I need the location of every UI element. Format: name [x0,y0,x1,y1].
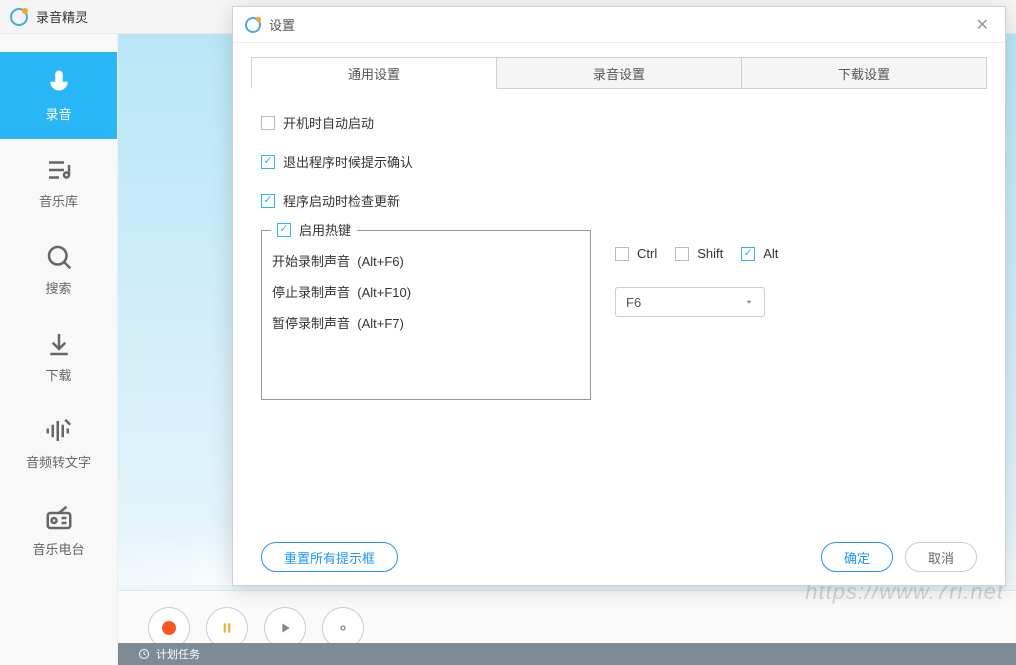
key-select-value: F6 [626,295,641,310]
option-confirm-exit: 退出程序时候提示确认 [283,152,413,171]
dialog-close-icon[interactable]: ✕ [972,11,993,39]
checkbox-check-update[interactable] [261,194,275,208]
reset-button[interactable]: 重置所有提示框 [261,542,398,572]
sidebar-item-label: 搜索 [45,278,71,297]
checkbox-confirm-exit[interactable] [261,155,275,169]
dialog-title: 设置 [269,15,295,34]
tab-label: 录音设置 [593,64,645,83]
option-autostart: 开机时自动启动 [283,113,374,132]
sidebar-item-label: 音频转文字 [26,452,91,471]
checkbox-ctrl[interactable] [615,247,629,261]
sidebar-item-label: 音乐库 [39,191,78,210]
checkbox-shift[interactable] [675,247,689,261]
tab-label: 下载设置 [838,64,890,83]
checkbox-enable-hotkey[interactable] [277,223,291,237]
tab-label: 通用设置 [348,64,400,83]
hotkey-listbox[interactable]: 开始录制声音 (Alt+F6) 停止录制声音 (Alt+F10) 暂停录制声音 … [261,230,591,400]
modifier-shift: Shift [697,246,723,261]
tab-recording[interactable]: 录音设置 [497,57,742,89]
sidebar-item-library[interactable]: 音乐库 [0,139,117,226]
settings-dialog: 设置 ✕ 通用设置 录音设置 下载设置 开机时自动启动 退出程序时候提示确认 程… [232,6,1006,586]
modifier-ctrl: Ctrl [637,246,657,261]
app-title: 录音精灵 [36,7,88,26]
sidebar-item-search[interactable]: 搜索 [0,226,117,313]
hotkey-row[interactable]: 停止录制声音 (Alt+F10) [272,276,580,307]
ok-button[interactable]: 确定 [821,542,893,572]
sidebar-item-radio[interactable]: 音乐电台 [0,487,117,574]
hotkey-row[interactable]: 暂停录制声音 (Alt+F7) [272,307,580,338]
checkbox-autostart[interactable] [261,116,275,130]
option-enable-hotkey: 启用热键 [299,220,351,239]
cancel-button[interactable]: 取消 [905,542,977,572]
app-logo-icon [10,8,28,26]
dialog-logo-icon [245,17,261,33]
chevron-down-icon [744,297,754,307]
modifier-alt: Alt [763,246,778,261]
tab-general[interactable]: 通用设置 [251,57,497,89]
button-label: 确定 [844,548,870,567]
sidebar-item-transcribe[interactable]: 音频转文字 [0,400,117,487]
sidebar-item-label: 音乐电台 [32,539,84,558]
option-check-update: 程序启动时检查更新 [283,191,400,210]
sidebar-item-download[interactable]: 下载 [0,313,117,400]
taskbar-label[interactable]: 计划任务 [156,646,200,662]
sidebar-item-record[interactable]: 录音 [0,52,117,139]
sidebar-item-label: 下载 [45,365,71,384]
sidebar-item-label: 录音 [45,104,71,123]
hotkey-row[interactable]: 开始录制声音 (Alt+F6) [272,245,580,276]
checkbox-alt[interactable] [741,247,755,261]
key-select[interactable]: F6 [615,287,765,317]
button-label: 重置所有提示框 [284,548,375,567]
tab-download[interactable]: 下载设置 [742,57,987,89]
button-label: 取消 [928,548,954,567]
